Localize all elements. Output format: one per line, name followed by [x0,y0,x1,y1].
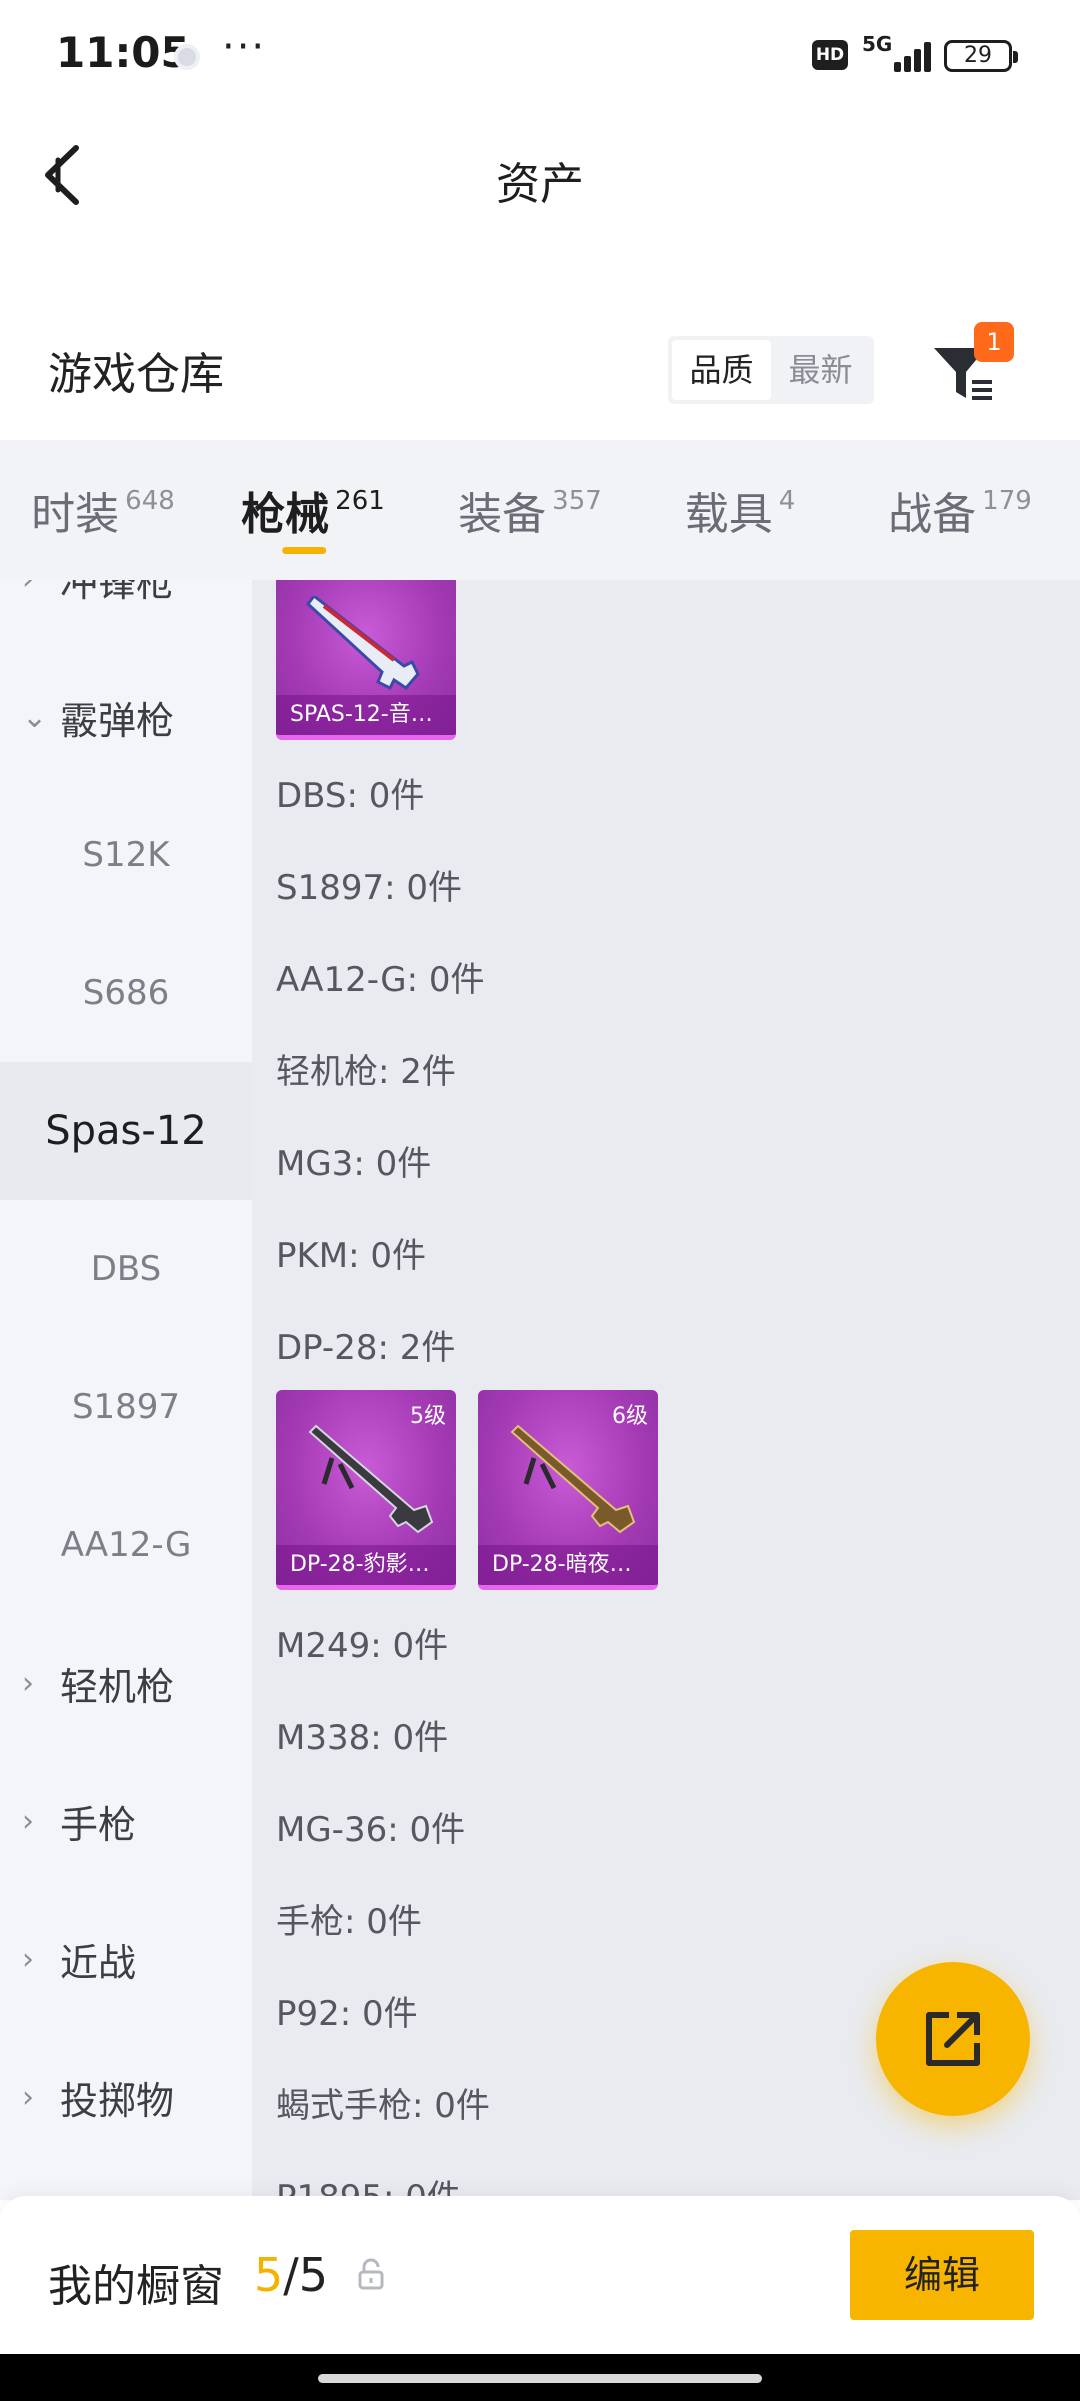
lmg-skin-icon [510,1424,636,1534]
list-item: AA12-G: 0件 [276,959,485,1000]
item-card-name: DP-28-暗夜… [478,1545,658,1585]
tab-label: 载具 [684,489,773,540]
chevron-right-icon: › [22,1665,34,1701]
sidebar-item-s12k[interactable]: S12K [0,786,252,924]
list-item: DP-28: 2件 [276,1327,456,1368]
weapon-type-sidebar: › 冲锋枪 ⌄ 霰弹枪 S12K S686 Spas-12 DBS S1897 AA… [0,580,252,2200]
filter-badge: 1 [974,322,1014,362]
showcase-label: 我的橱窗 [48,2261,224,2312]
sidebar-item-label: 冲锋枪 [60,580,175,605]
sidebar-item-label: 投掷物 [60,2078,175,2123]
external-link-icon [926,2012,980,2066]
sidebar-item-label: 轻机枪 [60,1664,175,1709]
more-notifications-icon: ··· [222,24,267,70]
chevron-right-icon: › [22,580,46,597]
status-time: 11:05 [56,28,190,77]
tab-label: 战备 [888,489,977,540]
item-cards-dp28: 5级 DP-28-豹影… 6级 DP-28-暗夜… [252,1390,1080,1596]
sidebar-item-s1897[interactable]: S1897 [0,1338,252,1476]
edit-button[interactable]: 编辑 [850,2230,1034,2320]
sidebar-item-lmg[interactable]: › 轻机枪 [0,1614,252,1752]
item-card[interactable]: 6级 DP-28-暗夜… [478,1390,658,1590]
tab-equipment[interactable]: 装备 357 [420,440,640,580]
network-type: 5G [862,32,893,56]
sidebar-item-throwable[interactable]: › 投掷物 [0,2028,252,2166]
sidebar-item-shotgun[interactable]: ⌄ 霰弹枪 [0,648,252,786]
weapon-list: SPAS-12-音… DBS: 0件 S1897: 0件 AA12-G: 0件 … [252,580,1080,2200]
list-item: M249: 0件 [276,1625,449,1666]
showcase-count: 5/5 [254,2248,328,2302]
sort-toggle: 品质 最新 [668,336,874,404]
status-bar: 11:05 ··· HD 5G 29 [0,0,1080,110]
chevron-down-icon: ⌄ [22,699,48,735]
list-item: PKM: 0件 [276,1235,427,1276]
tab-label: 时装 [31,489,120,540]
list-item: P1895: 0件 [276,2177,461,2201]
sidebar-item-smg[interactable]: › 冲锋枪 [0,580,252,648]
item-card-name: DP-28-豹影… [276,1545,456,1585]
list-item: MG3: 0件 [276,1143,432,1184]
tab-vehicles[interactable]: 载具 4 [640,440,840,580]
showcase-total: /5 [283,2248,329,2302]
list-item: 轻机枪: 2件 [276,1051,456,1092]
sidebar-item-s686[interactable]: S686 [0,924,252,1062]
tab-label: 装备 [458,489,547,540]
tab-count: 261 [335,486,385,516]
list-item: 手枪: 0件 [276,1901,422,1942]
tab-count: 4 [778,486,796,516]
item-card[interactable]: 5级 DP-28-豹影… [276,1390,456,1590]
sidebar-item-dbs[interactable]: DBS [0,1200,252,1338]
list-item: MG-36: 0件 [276,1809,466,1850]
share-fab-button[interactable] [876,1962,1030,2116]
sidebar-item-label: 手枪 [60,1802,137,1847]
sidebar-item-spas12[interactable]: Spas-12 [0,1062,252,1200]
tab-count: 179 [982,486,1032,516]
warehouse-title: 游戏仓库 [48,349,224,400]
chevron-right-icon: › [22,1803,34,1839]
chevron-right-icon: › [22,1941,34,1977]
sidebar-item-melee[interactable]: › 近战 [0,1890,252,2028]
notification-dot-icon [174,44,200,70]
list-item: DBS: 0件 [276,775,425,816]
hd-icon: HD [812,40,848,70]
showcase-current: 5 [254,2248,284,2302]
lock-icon [358,2258,384,2290]
chevron-right-icon: › [22,2079,34,2115]
sidebar-item-label: 近战 [60,1940,137,1985]
tab-fashion[interactable]: 时装 648 [0,440,206,580]
page-title: 资产 [496,159,584,210]
sidebar-item-aa12g[interactable]: AA12-G [0,1476,252,1614]
tab-count: 648 [125,486,175,516]
tab-label: 枪械 [241,489,330,540]
warehouse-header: 游戏仓库 品质 最新 1 [0,240,1080,440]
item-card[interactable]: SPAS-12-音… [276,580,456,740]
signal-icon [894,40,934,72]
battery-icon: 29 [944,40,1018,72]
sidebar-item-pistol[interactable]: › 手枪 [0,1752,252,1890]
sidebar-item-label: 霰弹枪 [60,698,175,743]
tab-firearms[interactable]: 枪械 261 [206,440,420,580]
tab-supplies[interactable]: 战备 179 [840,440,1080,580]
lmg-skin-icon [308,1424,434,1534]
tab-count: 357 [552,486,602,516]
home-indicator[interactable] [318,2374,762,2383]
item-card-name: SPAS-12-音… [276,695,456,735]
category-tabs: 时装 648 枪械 261 装备 357 载具 4 战备 179 [0,440,1080,580]
sort-quality-button[interactable]: 品质 [672,340,771,400]
filter-button[interactable]: 1 [928,322,1018,412]
list-item: S1897: 0件 [276,867,463,908]
showcase-bar: 我的橱窗 5/5 编辑 [0,2196,1080,2354]
list-item: M338: 0件 [276,1717,449,1758]
sort-newest-button[interactable]: 最新 [771,340,870,400]
item-cards-spas12: SPAS-12-音… [252,580,1080,746]
system-nav-bar [0,2354,1080,2401]
top-app-bar: 资产 [0,110,1080,240]
